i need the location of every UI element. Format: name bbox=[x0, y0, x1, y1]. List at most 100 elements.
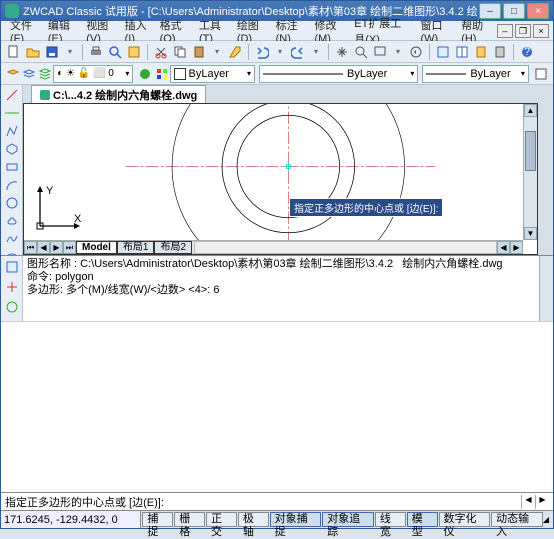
layer2-icon[interactable] bbox=[21, 65, 37, 83]
whitespace-panel bbox=[1, 321, 553, 492]
cmd-line2: 命令: polygon bbox=[27, 271, 94, 283]
pan-icon[interactable] bbox=[333, 43, 351, 61]
hscroll-right-icon[interactable]: ▶ bbox=[510, 241, 523, 254]
color-icon[interactable] bbox=[153, 65, 169, 83]
main-area: C:\...4.2 绘制内六角螺栓.dwg 指定正多边形的中心点或 [边(E)]… bbox=[1, 85, 553, 255]
save-dropdown[interactable]: ▾ bbox=[62, 47, 78, 56]
xline-icon[interactable] bbox=[3, 105, 21, 121]
undo-dropdown[interactable]: ▾ bbox=[272, 47, 288, 56]
revcloud-icon[interactable] bbox=[3, 213, 21, 229]
zoom-prev-icon[interactable] bbox=[407, 43, 425, 61]
cmd-scrollbar[interactable] bbox=[539, 256, 553, 321]
vertical-scrollbar[interactable]: ▲ ▼ bbox=[523, 104, 537, 240]
command-text[interactable]: 图形名称 : C:\Users\Administrator\Desktop\素材… bbox=[23, 256, 539, 321]
linetype-combo[interactable]: ByLayer▾ bbox=[259, 65, 418, 83]
new-icon[interactable] bbox=[5, 43, 23, 61]
model-tab[interactable]: Model bbox=[76, 241, 117, 254]
undo-icon[interactable] bbox=[253, 43, 271, 61]
otrack-toggle[interactable]: 对象追踪 bbox=[322, 512, 374, 527]
mdi-close[interactable]: × bbox=[533, 24, 549, 38]
layer-combo[interactable]: ◐ ☀ 🔓 ⬜ 0▾ bbox=[53, 65, 133, 83]
cut-icon[interactable] bbox=[152, 43, 170, 61]
mdi-minimize[interactable]: – bbox=[497, 24, 513, 38]
scroll-up-icon[interactable]: ▲ bbox=[524, 104, 537, 117]
paste-dropdown[interactable]: ▾ bbox=[209, 47, 225, 56]
command-prompt: 指定正多边形的中心点或 [边(E)]: bbox=[5, 494, 164, 510]
cmd-scroll-left-icon[interactable]: ◀ bbox=[521, 495, 535, 509]
calc-icon[interactable] bbox=[491, 43, 509, 61]
layer3-icon[interactable] bbox=[37, 65, 53, 83]
match-icon[interactable] bbox=[226, 43, 244, 61]
lineweight-combo[interactable]: ByLayer▾ bbox=[422, 65, 529, 83]
lwt-toggle[interactable]: 线宽 bbox=[375, 512, 406, 527]
redo-dropdown[interactable]: ▾ bbox=[308, 47, 324, 56]
dyn-toggle[interactable]: 动态输入 bbox=[491, 512, 543, 527]
paste-icon[interactable] bbox=[190, 43, 208, 61]
scroll-down-icon[interactable]: ▼ bbox=[524, 227, 537, 240]
line-icon[interactable] bbox=[3, 87, 21, 103]
rectangle-icon[interactable] bbox=[3, 159, 21, 175]
tab-prev-icon[interactable]: ◀ bbox=[37, 241, 50, 254]
command-input-row: 指定正多边形的中心点或 [边(E)]: ◀ ▶ bbox=[1, 492, 553, 510]
osnap-toggle[interactable]: 对象捕捉 bbox=[270, 512, 322, 527]
layout2-tab[interactable]: 布局2 bbox=[154, 241, 192, 254]
dynamic-tooltip: 指定正多边形的中心点或 [边(E)]: bbox=[289, 198, 443, 217]
resize-grip-icon[interactable]: ◢ bbox=[543, 515, 553, 524]
svg-text:?: ? bbox=[524, 46, 530, 58]
command-leftbar bbox=[1, 256, 23, 321]
publish-icon[interactable] bbox=[125, 43, 143, 61]
mdi-restore[interactable]: ❐ bbox=[515, 24, 531, 38]
save-icon[interactable] bbox=[43, 43, 61, 61]
copy-icon[interactable] bbox=[171, 43, 189, 61]
tab-next-icon[interactable]: ▶ bbox=[50, 241, 63, 254]
help-icon[interactable]: ? bbox=[518, 43, 536, 61]
dc-icon[interactable] bbox=[453, 43, 471, 61]
maximize-button[interactable]: □ bbox=[503, 3, 525, 19]
cmd-scroll-right-icon[interactable]: ▶ bbox=[535, 495, 549, 509]
tab-last-icon[interactable]: ⏭ bbox=[63, 241, 76, 254]
layer-icon[interactable] bbox=[5, 65, 21, 83]
grid-toggle[interactable]: 栅格 bbox=[174, 512, 205, 527]
cmd-tool3-icon[interactable] bbox=[3, 298, 21, 316]
polygon-icon[interactable] bbox=[3, 141, 21, 157]
layout-tabs-scroll: ⏮ ◀ ▶ ⏭ Model 布局1 布局2 ◀ ▶ bbox=[24, 240, 523, 254]
polar-toggle[interactable]: 极轴 bbox=[238, 512, 269, 527]
redo-icon[interactable] bbox=[289, 43, 307, 61]
ortho-toggle[interactable]: 正交 bbox=[206, 512, 237, 527]
print-icon[interactable] bbox=[87, 43, 105, 61]
layer-prev-icon[interactable] bbox=[137, 65, 153, 83]
zoom-win-icon[interactable] bbox=[371, 43, 389, 61]
circle-icon[interactable] bbox=[3, 195, 21, 211]
cmd-tool2-icon[interactable] bbox=[3, 278, 21, 296]
zoom-dropdown[interactable]: ▾ bbox=[390, 47, 406, 56]
snap-toggle[interactable]: 捕捉 bbox=[142, 512, 173, 527]
doc-tab-active[interactable]: C:\...4.2 绘制内六角螺栓.dwg bbox=[31, 85, 206, 104]
hscroll-left-icon[interactable]: ◀ bbox=[497, 241, 510, 254]
tablet-toggle[interactable]: 数字化仪 bbox=[439, 512, 491, 527]
spline-icon[interactable] bbox=[3, 231, 21, 247]
tool-palette-icon[interactable] bbox=[472, 43, 490, 61]
statusbar: 171.6245, -129.4432, 0 捕捉 栅格 正交 极轴 对象捕捉 … bbox=[1, 510, 553, 528]
hscroll-track[interactable] bbox=[194, 241, 497, 254]
doc-tab-label: C:\...4.2 绘制内六角螺栓.dwg bbox=[53, 87, 197, 103]
cmd-tool1-icon[interactable] bbox=[3, 258, 21, 276]
open-icon[interactable] bbox=[24, 43, 42, 61]
coord-display[interactable]: 171.6245, -129.4432, 0 bbox=[1, 511, 141, 528]
drawing-canvas[interactable]: 指定正多边形的中心点或 [边(E)]: Y X ▲ ▼ ⏮ ◀ ▶ ⏭ bbox=[23, 103, 538, 255]
pline-icon[interactable] bbox=[3, 123, 21, 139]
color-combo[interactable]: ByLayer▾ bbox=[170, 65, 255, 83]
color-label: ByLayer bbox=[189, 68, 229, 80]
layout1-tab[interactable]: 布局1 bbox=[117, 241, 155, 254]
properties-bar: ◐ ☀ 🔓 ⬜ 0▾ ByLayer▾ ByLayer▾ ByLayer▾ bbox=[1, 63, 553, 85]
preview-icon[interactable] bbox=[106, 43, 124, 61]
tab-first-icon[interactable]: ⏮ bbox=[24, 241, 37, 254]
arc-icon[interactable] bbox=[3, 177, 21, 193]
command-input[interactable] bbox=[168, 496, 521, 508]
bycolor-icon[interactable] bbox=[533, 65, 549, 83]
properties-icon[interactable] bbox=[434, 43, 452, 61]
ucs-icon: Y X bbox=[32, 184, 82, 234]
close-button[interactable]: × bbox=[527, 3, 549, 19]
zoom-rt-icon[interactable] bbox=[352, 43, 370, 61]
model-toggle[interactable]: 模型 bbox=[407, 512, 438, 527]
scroll-thumb[interactable] bbox=[525, 131, 536, 171]
